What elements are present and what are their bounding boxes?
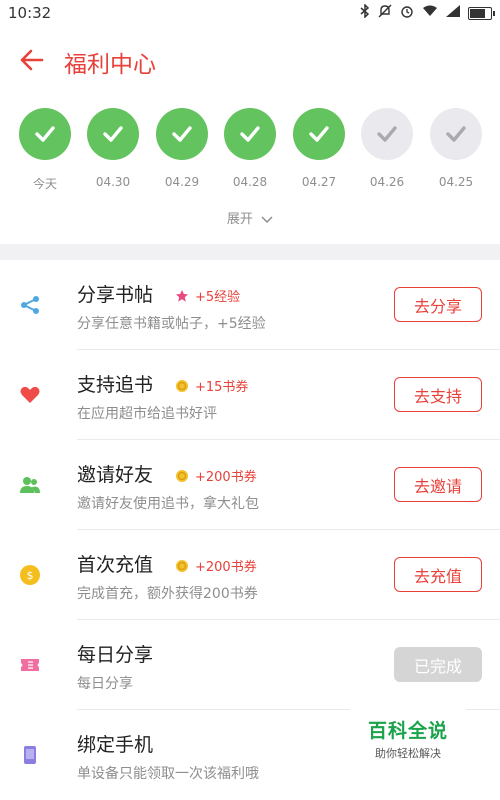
checkin-day: 04.30 xyxy=(86,108,140,189)
ticket-icon xyxy=(18,653,42,677)
task-reward: +5经验 xyxy=(175,286,240,305)
task-name: 支持追书 xyxy=(77,374,154,396)
task-description: 分享任意书籍或帖子，+5经验 xyxy=(77,316,266,332)
check-icon xyxy=(19,108,71,160)
back-button[interactable] xyxy=(18,46,50,76)
watermark: 百科全说 助你轻松解决 xyxy=(350,706,466,766)
checkin-row: 今天 04.30 04.29 04.28 04.27 04.26 04.25 xyxy=(0,108,500,198)
checkin-day: 04.28 xyxy=(223,108,277,189)
checkin-date: 04.27 xyxy=(301,175,337,189)
reward-text: +200书券 xyxy=(195,470,257,485)
coin-icon xyxy=(176,469,188,482)
checkin-date: 今天 xyxy=(32,177,57,191)
recharge-button[interactable]: 去充值 xyxy=(394,557,482,592)
checkin-day: 04.27 xyxy=(292,108,346,189)
expand-label: 展开 xyxy=(226,212,253,227)
reward-text: +5经验 xyxy=(195,290,241,305)
star-icon xyxy=(176,289,188,302)
task-name: 每日分享 xyxy=(77,644,154,666)
checkin-day: 04.29 xyxy=(155,108,209,189)
section-divider xyxy=(0,244,500,260)
task-reward: +15书券 xyxy=(175,376,248,395)
checkin-date: 04.26 xyxy=(369,175,405,189)
coin-icon xyxy=(176,379,188,392)
task-invite: 邀请好友 +200书券 邀请好友使用追书，拿大礼包 去邀请 xyxy=(0,440,500,530)
reward-text: +15书券 xyxy=(195,380,249,395)
task-description: 单设备只能领取一次该福利哦 xyxy=(77,766,259,782)
task-name: 绑定手机 xyxy=(77,734,154,756)
checkin-day: 今天 xyxy=(18,108,72,192)
task-reward: +200书券 xyxy=(175,466,257,485)
task-description: 在应用超市给追书好评 xyxy=(77,406,217,422)
completed-button[interactable]: 已完成 xyxy=(394,647,482,682)
checkin-day: 04.25 xyxy=(429,108,483,189)
phone-icon xyxy=(18,743,42,767)
checkin-date: 04.25 xyxy=(438,175,474,189)
task-support: 支持追书 +15书券 在应用超市给追书好评 去支持 xyxy=(0,350,500,440)
bluetooth-icon xyxy=(360,3,370,22)
watermark-title: 百科全说 xyxy=(367,720,448,742)
check-icon xyxy=(156,108,208,160)
heart-icon xyxy=(18,383,42,407)
check-icon xyxy=(430,108,482,160)
watermark-subtitle: 助你轻松解决 xyxy=(375,747,441,760)
check-icon xyxy=(224,108,276,160)
signal-icon xyxy=(446,5,460,21)
checkin-date: 04.28 xyxy=(232,175,268,189)
alarm-icon xyxy=(400,4,414,22)
check-icon xyxy=(361,108,413,160)
support-button[interactable]: 去支持 xyxy=(394,377,482,412)
task-name: 首次充值 xyxy=(77,554,154,576)
reward-text: +200书券 xyxy=(195,560,257,575)
coin-icon: $ xyxy=(18,563,42,587)
status-time: 10:32 xyxy=(8,4,52,22)
task-reward: +200书券 xyxy=(175,556,257,575)
chevron-down-icon xyxy=(261,215,273,223)
coin-icon xyxy=(176,559,188,572)
task-daily-share: 每日分享 每日分享 已完成 xyxy=(0,620,500,710)
invite-button[interactable]: 去邀请 xyxy=(394,467,482,502)
check-icon xyxy=(87,108,139,160)
task-first-recharge: $ 首次充值 +200书券 完成首充，额外获得200书券 去充值 xyxy=(0,530,500,620)
people-icon xyxy=(18,473,42,497)
task-name: 分享书帖 xyxy=(77,284,154,306)
mute-icon xyxy=(378,4,392,22)
battery-icon xyxy=(468,6,495,20)
share-icon xyxy=(18,293,42,317)
back-arrow-icon xyxy=(20,49,44,71)
svg-text:$: $ xyxy=(27,569,34,582)
expand-toggle[interactable]: 展开 xyxy=(0,208,500,227)
share-button[interactable]: 去分享 xyxy=(394,287,482,322)
checkin-date: 04.29 xyxy=(164,175,200,189)
checkin-date: 04.30 xyxy=(95,175,131,189)
status-bar: 10:32 xyxy=(0,0,500,26)
page-title: 福利中心 xyxy=(64,52,156,78)
task-description: 每日分享 xyxy=(77,676,133,692)
task-name: 邀请好友 xyxy=(77,464,154,486)
task-share-post: 分享书帖 +5经验 分享任意书籍或帖子，+5经验 去分享 xyxy=(0,260,500,350)
status-icons xyxy=(360,3,495,22)
header: 福利中心 xyxy=(0,36,500,86)
task-description: 完成首充，额外获得200书券 xyxy=(77,586,258,602)
checkin-day: 04.26 xyxy=(360,108,414,189)
check-icon xyxy=(293,108,345,160)
task-description: 邀请好友使用追书，拿大礼包 xyxy=(77,496,259,512)
wifi-icon xyxy=(422,5,438,21)
